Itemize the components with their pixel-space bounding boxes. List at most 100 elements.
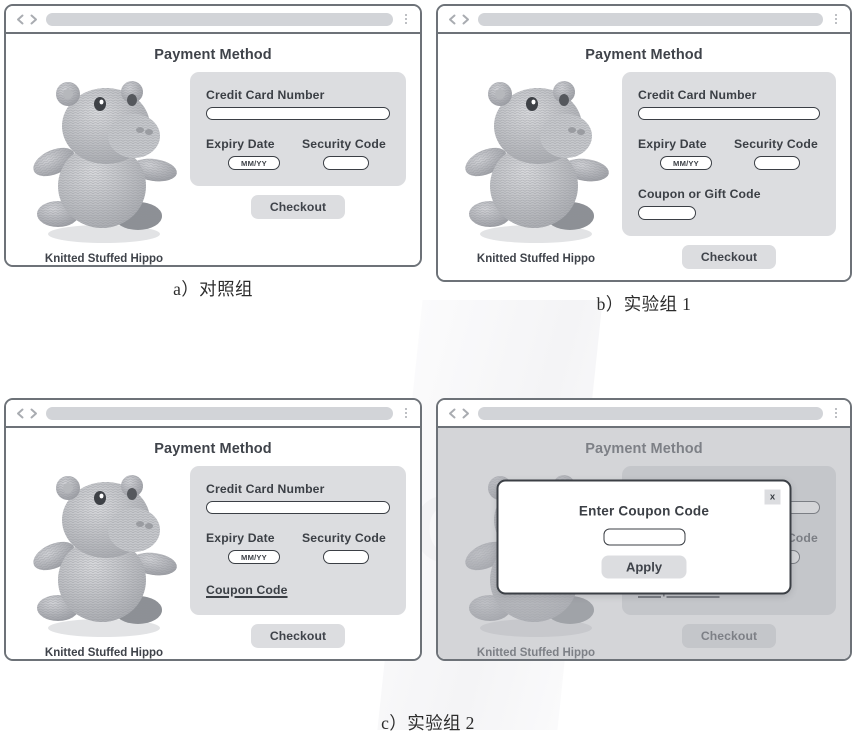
expiry-input-b[interactable]: MM/YY	[660, 156, 712, 170]
modal-title: Enter Coupon Code	[578, 503, 710, 519]
expiry-group-b: Expiry Date MM/YY	[638, 137, 734, 170]
expiry-security-row-b: Expiry Date MM/YY Security Code	[638, 137, 820, 170]
security-label-b: Security Code	[734, 137, 818, 151]
checkout-button-d[interactable]: Checkout	[681, 624, 777, 648]
security-group-a: Security Code	[302, 137, 390, 170]
hippo-product-image-a	[33, 81, 177, 243]
browser-chrome-b	[438, 6, 850, 34]
product-name-b: Knitted Stuffed Hippo	[476, 253, 596, 265]
page-title-d: Payment Method	[585, 441, 703, 457]
modal-input-row	[499, 528, 790, 546]
product-column-b: Knitted Stuffed Hippo	[450, 72, 622, 280]
kebab-menu-icon-c[interactable]	[400, 408, 412, 418]
browser-window-c: Payment Method Knitted Stuffed Hippo Cre…	[4, 398, 422, 661]
product-column-c: Knitted Stuffed Hippo	[18, 466, 190, 659]
coupon-input-b[interactable]	[638, 206, 696, 220]
page-title-c: Payment Method	[154, 441, 272, 457]
apply-button[interactable]: Apply	[601, 555, 687, 579]
checkout-row-a: Checkout	[190, 186, 406, 230]
payment-form-card-c: Credit Card Number Expiry Date MM/YY Sec…	[190, 466, 406, 615]
browser-window-a: Payment Method Knitted Stuffed Hippo Cre…	[4, 4, 422, 267]
nav-arrows-a[interactable]	[15, 13, 39, 26]
coupon-code-modal: x Enter Coupon Code Apply	[496, 479, 792, 595]
coupon-code-link-c[interactable]: Coupon Code	[206, 583, 288, 597]
checkout-row-c: Checkout	[190, 615, 406, 659]
payment-form-card-a: Credit Card Number Expiry Date MM/YY Sec…	[190, 72, 406, 186]
chevron-left-icon[interactable]	[447, 407, 458, 420]
chevron-right-icon[interactable]	[460, 407, 471, 420]
chevron-right-icon[interactable]	[28, 407, 39, 420]
page-title-a: Payment Method	[154, 47, 272, 63]
expiry-placeholder-b: MM/YY	[673, 158, 699, 168]
address-bar-c[interactable]	[46, 406, 393, 420]
checkout-button-c[interactable]: Checkout	[250, 624, 346, 648]
caption-a: a）对照组	[173, 279, 253, 299]
coupon-code-input[interactable]	[603, 528, 685, 546]
product-name-c: Knitted Stuffed Hippo	[44, 647, 164, 659]
address-bar-a[interactable]	[46, 12, 393, 26]
checkout-body-b: Knitted Stuffed Hippo Credit Card Number…	[438, 72, 850, 280]
panel-c: Payment Method Knitted Stuffed Hippo Cre…	[4, 398, 422, 661]
page-viewport-b: Payment Method Knitted Stuffed Hippo Cre…	[438, 34, 850, 280]
expiry-placeholder-c: MM/YY	[241, 552, 267, 562]
browser-window-b: Payment Method Knitted Stuffed Hippo Cre…	[436, 4, 852, 282]
checkout-button-b[interactable]: Checkout	[681, 245, 777, 269]
expiry-group-c: Expiry Date MM/YY	[206, 531, 302, 564]
expiry-placeholder-a: MM/YY	[241, 158, 267, 168]
credit-card-input-c[interactable]	[206, 501, 390, 514]
chevron-right-icon[interactable]	[28, 13, 39, 26]
chevron-right-icon[interactable]	[460, 13, 471, 26]
browser-chrome-a	[6, 6, 420, 34]
security-input-b[interactable]	[754, 156, 800, 170]
browser-chrome-d	[438, 400, 850, 428]
kebab-menu-icon-d[interactable]	[830, 408, 842, 418]
panel-a: Payment Method Knitted Stuffed Hippo Cre…	[4, 4, 422, 301]
hippo-product-image-b	[465, 81, 609, 243]
coupon-group-b: Coupon or Gift Code	[638, 187, 820, 220]
expiry-input-a[interactable]: MM/YY	[228, 156, 280, 170]
coupon-link-group-c: Coupon Code	[206, 581, 390, 599]
checkout-button-a[interactable]: Checkout	[250, 195, 346, 219]
page-viewport-c: Payment Method Knitted Stuffed Hippo Cre…	[6, 428, 420, 659]
close-x-icon[interactable]: x	[764, 489, 781, 505]
expiry-group-a: Expiry Date MM/YY	[206, 137, 302, 170]
kebab-menu-icon-a[interactable]	[400, 14, 412, 24]
expiry-label-a: Expiry Date	[206, 137, 275, 151]
chevron-left-icon[interactable]	[15, 407, 26, 420]
security-group-b: Security Code	[734, 137, 820, 170]
nav-arrows-b[interactable]	[447, 13, 471, 26]
browser-chrome-c	[6, 400, 420, 428]
chevron-left-icon[interactable]	[15, 13, 26, 26]
address-bar-d[interactable]	[478, 406, 823, 420]
address-bar-b[interactable]	[478, 12, 823, 26]
hippo-product-image-c	[33, 475, 177, 637]
product-name-a: Knitted Stuffed Hippo	[44, 253, 164, 265]
nav-arrows-c[interactable]	[15, 407, 39, 420]
product-column-a: Knitted Stuffed Hippo	[18, 72, 190, 265]
panel-b: Payment Method Knitted Stuffed Hippo Cre…	[436, 4, 852, 316]
browser-window-d: Payment Method Knitted Stuffed Hippo Cod…	[436, 398, 852, 661]
page-title-b: Payment Method	[585, 47, 703, 63]
expiry-security-row-a: Expiry Date MM/YY Security Code	[206, 137, 390, 170]
form-column-c: Credit Card Number Expiry Date MM/YY Sec…	[190, 466, 406, 659]
nav-arrows-d[interactable]	[447, 407, 471, 420]
panel-d: Payment Method Knitted Stuffed Hippo Cod…	[436, 398, 852, 661]
expiry-input-c[interactable]: MM/YY	[228, 550, 280, 564]
security-label-a: Security Code	[302, 137, 386, 151]
caption-c: c）实验组 2	[381, 713, 475, 733]
chevron-left-icon[interactable]	[447, 13, 458, 26]
form-column-b: Credit Card Number Expiry Date MM/YY Sec…	[622, 72, 836, 280]
checkout-body-c: Knitted Stuffed Hippo Credit Card Number…	[6, 466, 420, 659]
credit-card-input-b[interactable]	[638, 107, 820, 120]
security-input-c[interactable]	[323, 550, 369, 564]
kebab-menu-icon-b[interactable]	[830, 14, 842, 24]
security-input-a[interactable]	[323, 156, 369, 170]
modal-button-row: Apply	[499, 555, 790, 579]
checkout-row-d: Checkout	[622, 615, 836, 659]
product-name-d: Knitted Stuffed Hippo	[476, 647, 596, 659]
page-viewport-d: Payment Method Knitted Stuffed Hippo Cod…	[438, 428, 850, 659]
credit-card-label-c: Credit Card Number	[206, 482, 325, 496]
credit-card-input-a[interactable]	[206, 107, 390, 120]
checkout-row-b: Checkout	[622, 236, 836, 280]
expiry-label-b: Expiry Date	[638, 137, 707, 151]
